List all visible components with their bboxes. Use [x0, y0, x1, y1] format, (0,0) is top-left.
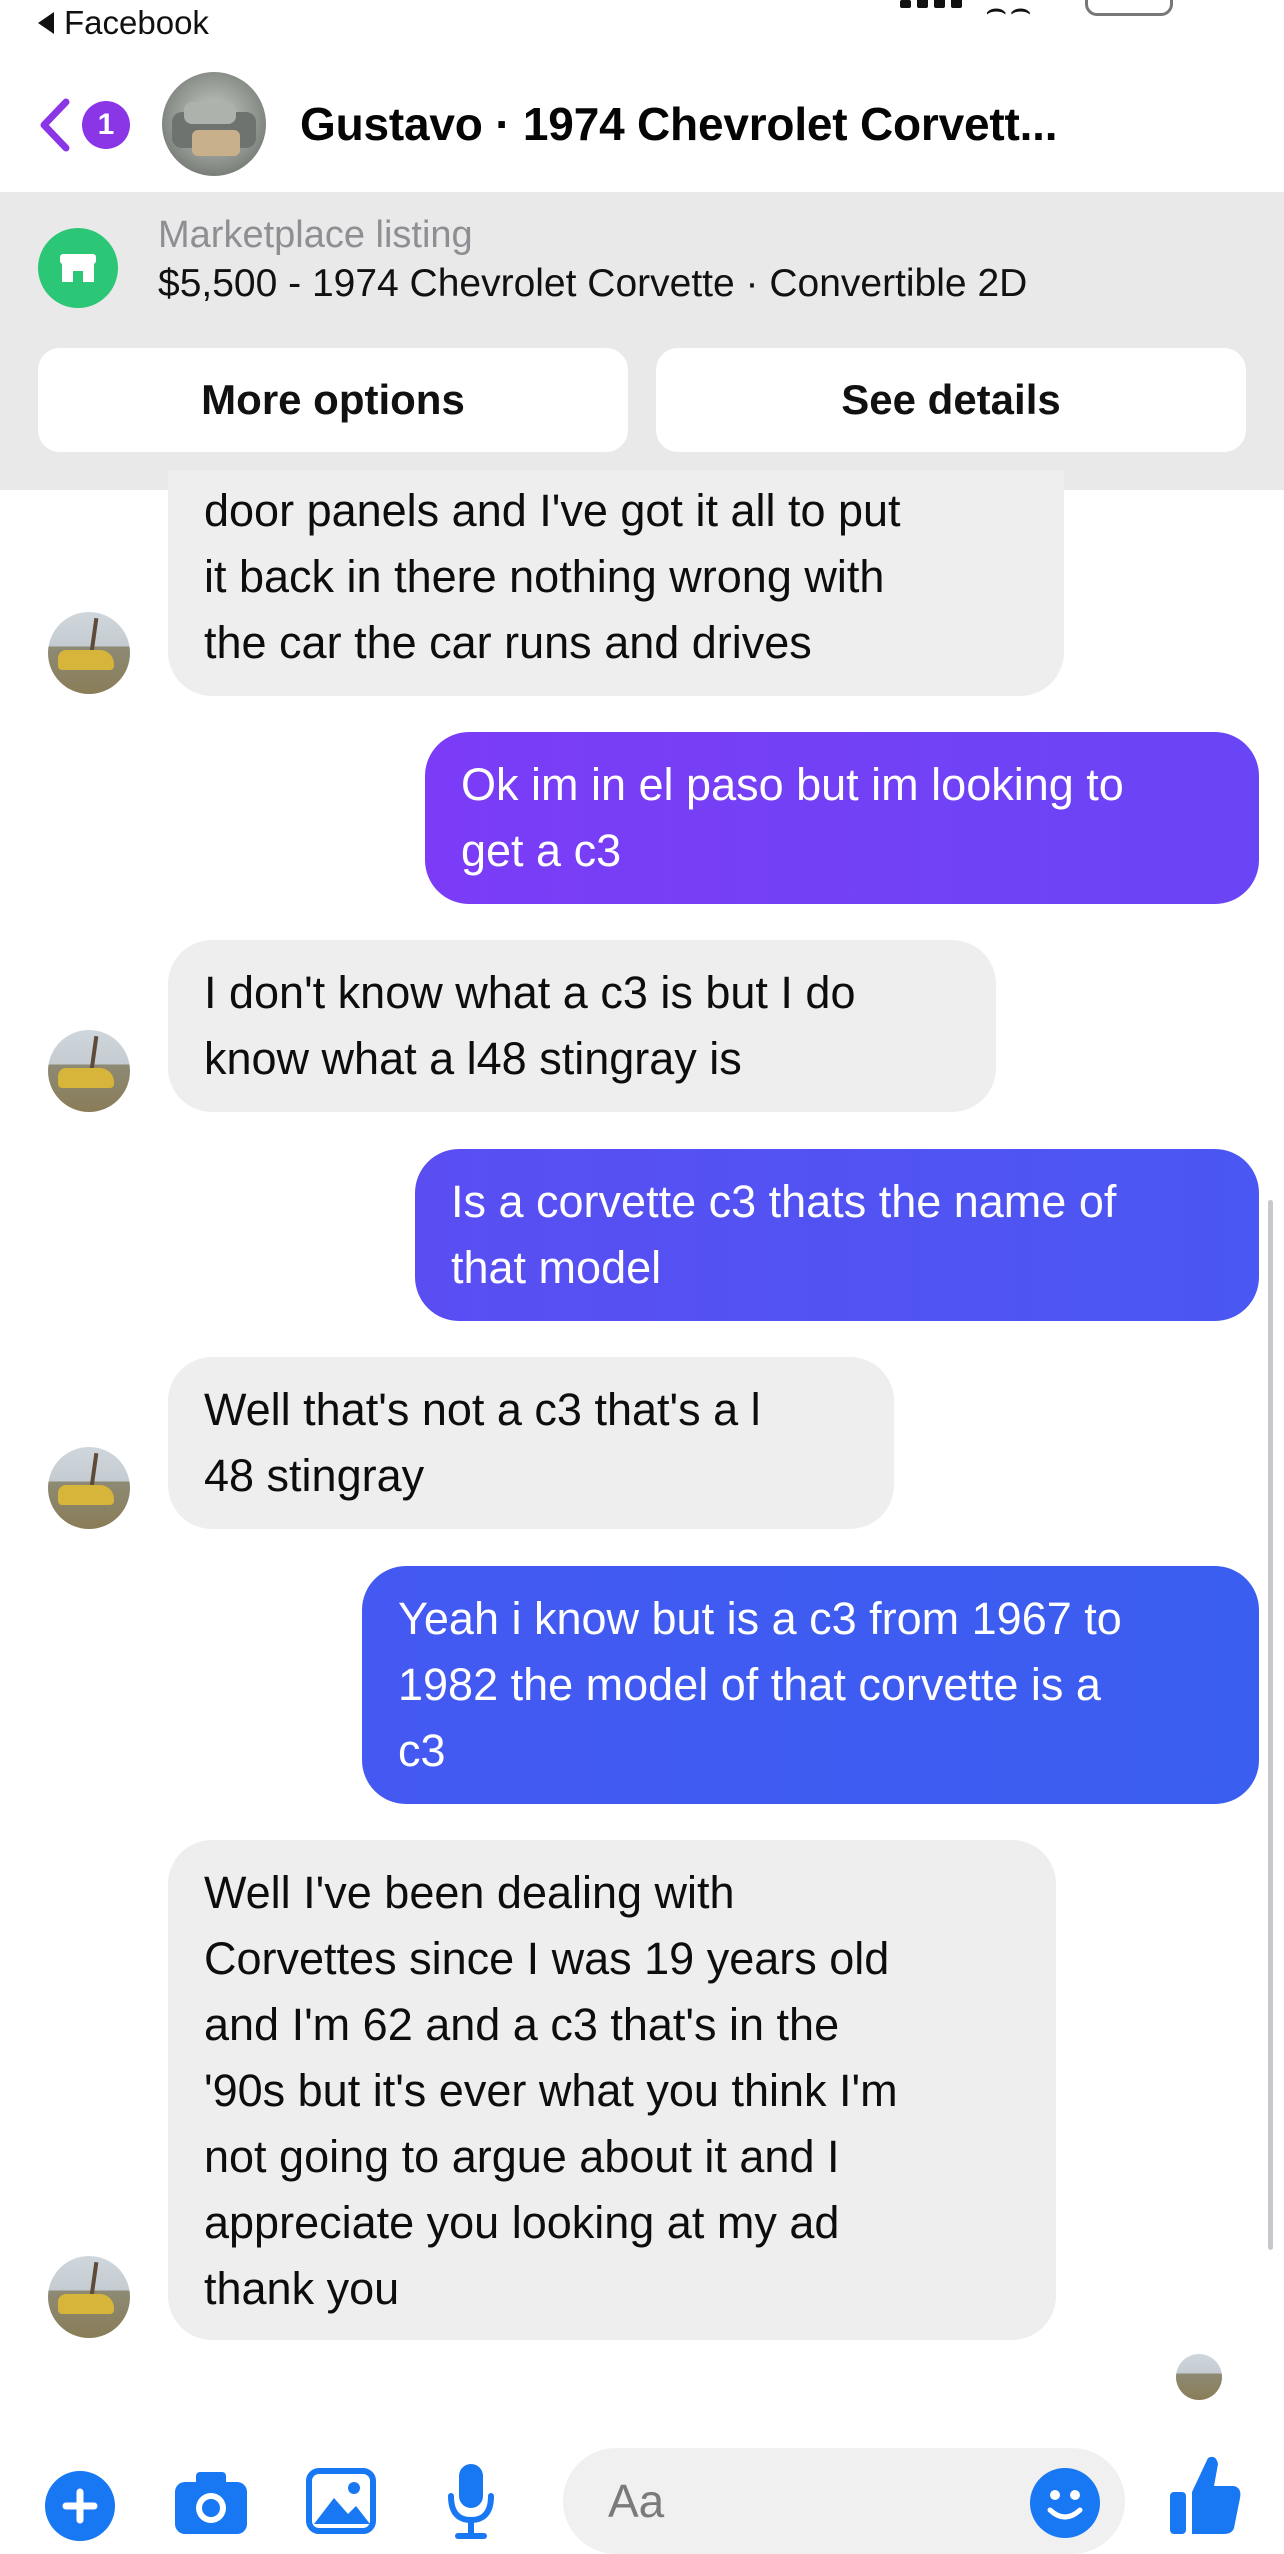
- message-input-placeholder: Aa: [608, 2475, 665, 2527]
- outgoing-message[interactable]: Yeah i know but is a c3 from 1967 to 198…: [362, 1566, 1259, 1804]
- marketplace-shop-icon: [38, 228, 118, 308]
- incoming-message[interactable]: I don't know what a c3 is but I do know …: [168, 940, 996, 1112]
- seller-avatar[interactable]: [162, 72, 266, 176]
- seller-avatar-small[interactable]: [48, 1030, 130, 1112]
- read-receipt-avatar: [1176, 2354, 1222, 2400]
- emoji-icon[interactable]: [1030, 2468, 1100, 2538]
- incoming-message[interactable]: Well that's not a c3 that's a l 48 sting…: [168, 1357, 894, 1529]
- conversation-title[interactable]: Gustavo · 1974 Chevrolet Corvett...: [300, 97, 1058, 151]
- microphone-icon[interactable]: [446, 2462, 496, 2542]
- outgoing-message[interactable]: Ok im in el paso but im looking to get a…: [425, 732, 1259, 904]
- seller-avatar-small[interactable]: [48, 2256, 130, 2338]
- back-app-label: Facebook: [64, 4, 209, 41]
- camera-icon[interactable]: [172, 2468, 250, 2538]
- back-chevron-icon[interactable]: [38, 98, 72, 152]
- see-details-button[interactable]: See details: [656, 348, 1246, 452]
- battery-icon: [1085, 0, 1173, 16]
- wifi-icon: ⌢⌢: [985, 0, 1034, 28]
- incoming-message[interactable]: Well I've been dealing with Corvettes si…: [168, 1840, 1056, 2340]
- seller-avatar-small[interactable]: [48, 612, 130, 694]
- status-bar: Facebook ⌢⌢: [0, 0, 1284, 48]
- unread-count-badge: 1: [82, 101, 130, 149]
- photo-gallery-icon[interactable]: [306, 2468, 376, 2534]
- outgoing-message[interactable]: Is a corvette c3 thats the name of that …: [415, 1149, 1259, 1321]
- like-thumbs-up-icon[interactable]: [1168, 2452, 1242, 2538]
- back-triangle-icon: [38, 12, 54, 34]
- signal-icon: [900, 0, 962, 8]
- scrollbar[interactable]: [1268, 1200, 1273, 2250]
- plus-icon[interactable]: [45, 2471, 115, 2541]
- seller-avatar-small[interactable]: [48, 1447, 130, 1529]
- listing-label: Marketplace listing: [158, 214, 473, 256]
- listing-title[interactable]: $5,500 - 1974 Chevrolet Corvette · Conve…: [158, 262, 1027, 306]
- more-options-button[interactable]: More options: [38, 348, 628, 452]
- incoming-message[interactable]: door panels and I've got it all to put i…: [168, 470, 1064, 696]
- back-to-app-link[interactable]: Facebook: [38, 4, 209, 42]
